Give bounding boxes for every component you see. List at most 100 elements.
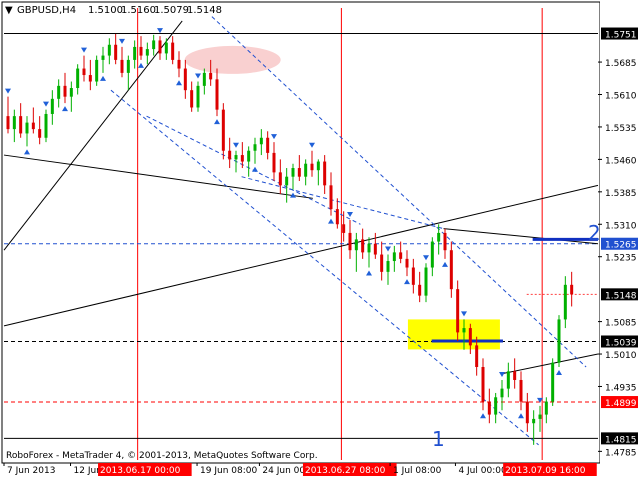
candle-body xyxy=(31,122,35,130)
candle-body xyxy=(272,152,276,173)
candle-body xyxy=(551,362,555,402)
candle-body xyxy=(481,367,485,402)
candle-body xyxy=(323,161,327,186)
candle-body xyxy=(380,254,384,272)
candle-body xyxy=(228,150,232,160)
candle-body xyxy=(557,319,561,363)
candle-body xyxy=(468,328,472,346)
candle-body xyxy=(177,59,181,69)
candle-body xyxy=(570,284,574,295)
yellow-highlight-box xyxy=(407,319,500,350)
candle-body xyxy=(367,243,371,253)
price-axis-label: 1.5535 xyxy=(605,124,637,134)
candle-body xyxy=(354,239,358,251)
candle-body xyxy=(519,379,523,402)
price-axis-label: 1.5385 xyxy=(605,189,637,199)
candle-body xyxy=(126,59,130,73)
candle-body xyxy=(19,116,23,134)
wave-label-1: 1 xyxy=(432,427,445,451)
candle-body xyxy=(348,232,352,251)
price-axis-label: 1.4785 xyxy=(605,448,637,458)
footer-copyright: RoboForex - MetaTrader 4, © 2001-2013, M… xyxy=(6,451,318,461)
price-axis-label: 1.5010 xyxy=(605,351,637,361)
candle-body xyxy=(563,284,567,320)
candle-body xyxy=(506,371,510,389)
candle-body xyxy=(25,122,29,134)
candle-body xyxy=(329,185,333,210)
candle-body xyxy=(475,345,479,368)
candle-body xyxy=(76,68,80,89)
price-axis-label: 1.5610 xyxy=(605,92,637,102)
price-axis-label: 1.4815 xyxy=(605,435,637,445)
candle-body xyxy=(101,55,105,60)
candle-body xyxy=(525,401,529,424)
price-axis-label: 1.5148 xyxy=(605,291,637,301)
price-axis-label: 1.5265 xyxy=(605,241,637,251)
candle-body xyxy=(57,85,61,99)
candle-body xyxy=(240,155,244,162)
header-symbol: GBPUSD,H4 xyxy=(17,5,76,16)
price-axis-label: 1.5085 xyxy=(605,319,637,329)
candle-body xyxy=(418,284,422,296)
candle-body xyxy=(164,42,168,54)
candle-body xyxy=(424,267,428,296)
time-axis-label: 7 Jun 2013 xyxy=(7,466,55,476)
time-axis-label: 2013.07.09 16:00 xyxy=(505,466,586,476)
candle-body xyxy=(494,397,498,415)
candle-body xyxy=(399,252,403,259)
candle-body xyxy=(183,68,187,91)
candle-body xyxy=(437,232,441,242)
candle-body xyxy=(209,72,213,80)
price-axis-label: 1.5460 xyxy=(605,156,637,166)
candle-body xyxy=(538,414,542,419)
price-axis-label: 1.5751 xyxy=(605,31,637,41)
candle-body xyxy=(196,85,200,108)
candle-body xyxy=(532,418,536,424)
candle-body xyxy=(266,137,270,153)
candle-body xyxy=(171,42,175,60)
candle-body xyxy=(6,116,10,130)
candle-body xyxy=(456,289,460,333)
candle-body xyxy=(411,267,415,285)
candle-body xyxy=(335,209,339,225)
candle-body xyxy=(152,40,156,50)
candle-body xyxy=(259,137,263,145)
header-open: 1.5100 xyxy=(88,5,123,16)
candle-body xyxy=(430,241,434,268)
candle-body xyxy=(443,232,447,251)
candle-body xyxy=(310,163,314,171)
candle-body xyxy=(158,40,162,54)
header-low: 1.5079 xyxy=(154,5,189,16)
candle-body xyxy=(462,328,466,333)
price-axis-label: 1.4935 xyxy=(605,383,637,393)
candle-body xyxy=(139,46,143,56)
candle-body xyxy=(405,258,409,268)
candle-body xyxy=(386,261,390,272)
candle-body xyxy=(69,88,73,97)
candle-body xyxy=(114,44,118,60)
time-axis-label: 2013.06.27 08:00 xyxy=(305,466,386,476)
candle-body xyxy=(82,68,86,76)
candle-body xyxy=(373,243,377,255)
candle-body xyxy=(133,46,137,60)
header-close: 1.5148 xyxy=(187,5,222,16)
time-axis-label: 4 Jul 00:00 xyxy=(458,466,507,476)
price-axis-label: 1.5235 xyxy=(605,254,637,264)
candle-body xyxy=(544,401,548,415)
header-arrow-icon: ▼ xyxy=(5,5,13,16)
candle-body xyxy=(297,168,301,177)
candle-body xyxy=(107,44,111,56)
price-chart[interactable]: ▼ GBPUSD,H4 1.5100 1.5160 1.5079 1.5148 … xyxy=(0,0,640,480)
chart-window[interactable]: ▼ GBPUSD,H4 1.5100 1.5160 1.5079 1.5148 … xyxy=(0,0,640,480)
candle-body xyxy=(316,161,320,171)
time-axis-label: 19 Jun 08:00 xyxy=(200,466,257,476)
candle-body xyxy=(449,250,453,290)
price-axis-label: 1.4899 xyxy=(605,399,637,409)
price-axis: 1.5751 1.5685 1.5610 1.5535 1.5460 1.5385 1.53… xyxy=(598,0,640,480)
candle-body xyxy=(88,75,92,82)
candle-body xyxy=(38,129,42,138)
price-axis-label: 1.5039 xyxy=(605,338,637,348)
price-axis-label: 1.5685 xyxy=(605,59,637,69)
candle-body xyxy=(285,176,289,186)
chart-header: ▼ GBPUSD,H4 1.5100 1.5160 1.5079 1.5148 xyxy=(5,5,222,16)
